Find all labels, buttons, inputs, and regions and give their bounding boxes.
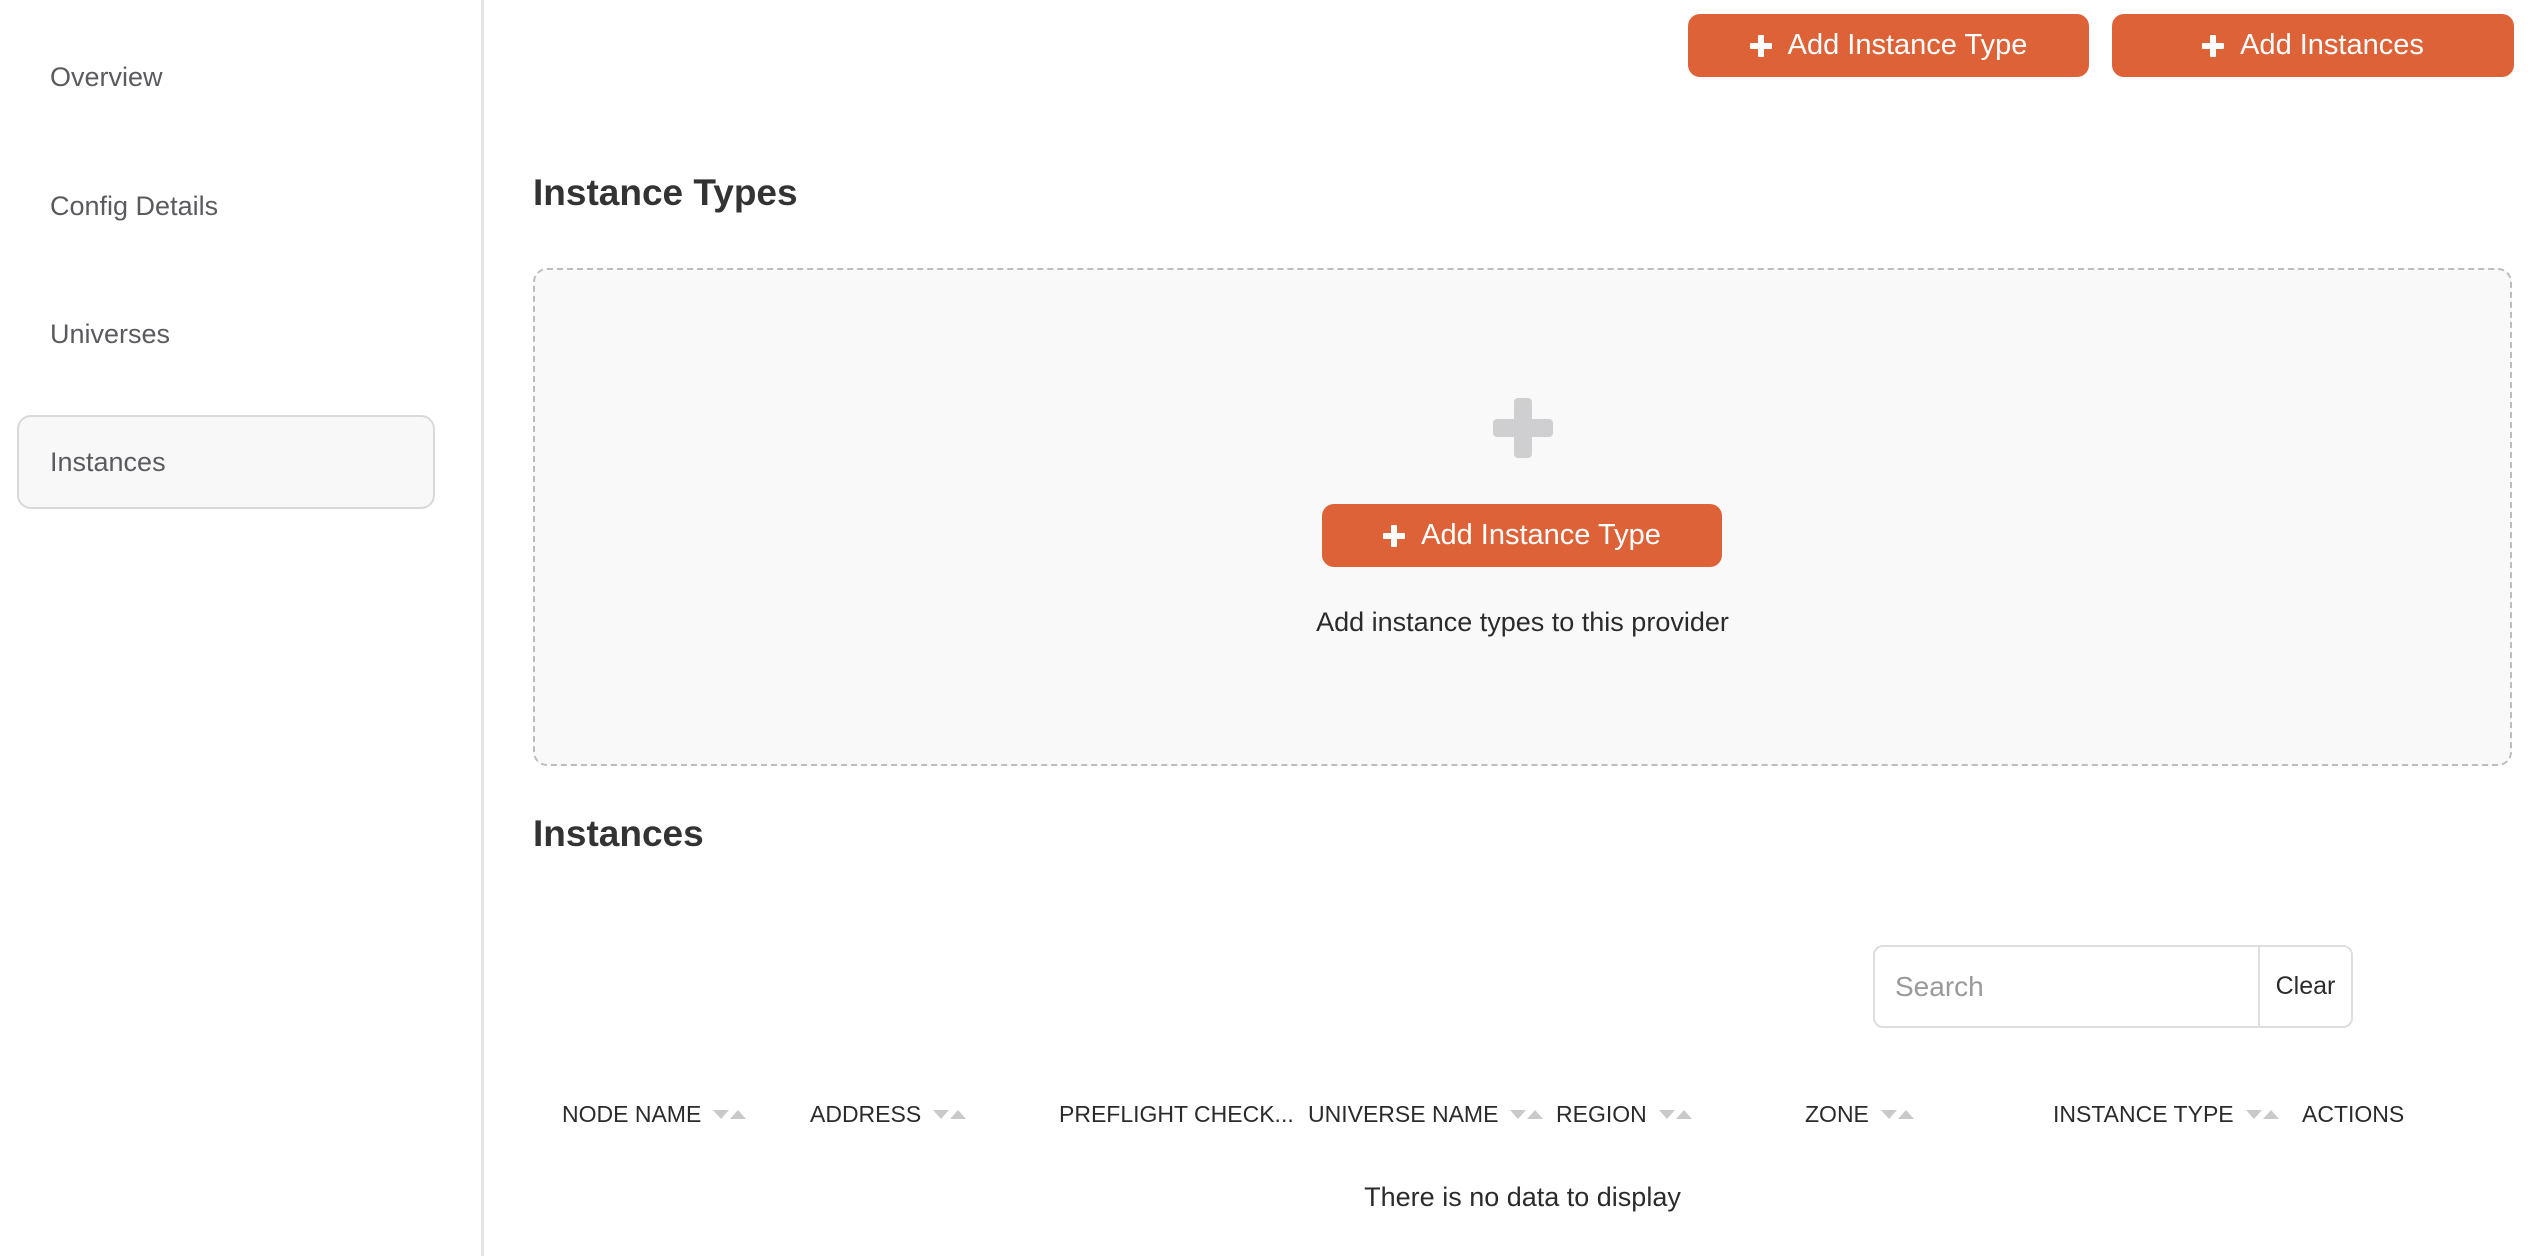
table-empty-message: There is no data to display	[1364, 1182, 1681, 1212]
add-instances-button[interactable]: Add Instances	[2112, 14, 2514, 77]
sort-caret-icon[interactable]	[1658, 1109, 1692, 1119]
column-label: PREFLIGHT CHECK...	[1059, 1100, 1294, 1127]
main-content: Add Instance Type Add Instances Instance…	[484, 0, 2528, 1256]
sidebar-item-label: Overview	[50, 61, 163, 92]
column-header-node-name[interactable]: NODE NAME	[562, 1092, 747, 1136]
sidebar: Overview Config Details Universes Instan…	[0, 0, 484, 1256]
add-instance-type-empty-button[interactable]: Add Instance Type	[1322, 504, 1722, 567]
column-header-universe-name[interactable]: UNIVERSE NAME	[1308, 1092, 1544, 1136]
column-header-region[interactable]: REGION	[1556, 1092, 1692, 1136]
button-label: Add Instance Type	[1421, 519, 1661, 551]
column-header-instance-type[interactable]: INSTANCE TYPE	[2053, 1092, 2279, 1136]
instances-title: Instances	[533, 813, 704, 854]
empty-state-text: Add instance types to this provider	[1316, 607, 1729, 637]
clear-button[interactable]: Clear	[2258, 947, 2351, 1026]
column-label: ACTIONS	[2302, 1100, 2405, 1127]
sort-caret-icon[interactable]	[713, 1109, 747, 1119]
sidebar-item-label: Config Details	[50, 190, 219, 221]
plus-icon	[1749, 34, 1772, 57]
column-header-actions: ACTIONS	[2302, 1092, 2404, 1136]
column-header-address[interactable]: ADDRESS	[810, 1092, 967, 1136]
button-label: Add Instance Type	[1787, 29, 2028, 61]
plus-icon	[2202, 34, 2225, 57]
instance-types-title: Instance Types	[533, 172, 798, 213]
sidebar-item-label: Instances	[50, 446, 166, 477]
sidebar-item-instances[interactable]: Instances	[17, 415, 435, 509]
sort-caret-icon[interactable]	[1510, 1109, 1544, 1119]
sort-caret-icon[interactable]	[2245, 1109, 2279, 1119]
column-label: ZONE	[1805, 1100, 1869, 1127]
column-label: NODE NAME	[562, 1100, 702, 1127]
sidebar-item-label: Universes	[50, 318, 171, 349]
add-instance-type-button[interactable]: Add Instance Type	[1688, 14, 2089, 77]
search-input[interactable]	[1875, 947, 2258, 1026]
sidebar-item-config-details[interactable]: Config Details	[17, 159, 435, 253]
table-header: NODE NAME ADDRESS PREFLIGHT CHECK... UNI…	[533, 1092, 2512, 1136]
plus-icon	[1383, 524, 1406, 547]
column-header-preflight-check: PREFLIGHT CHECK...	[1059, 1092, 1294, 1136]
instance-types-empty-state: Add Instance Type Add instance types to …	[533, 268, 2512, 766]
column-label: REGION	[1556, 1100, 1647, 1127]
sidebar-item-universes[interactable]: Universes	[17, 287, 435, 381]
sort-caret-icon[interactable]	[933, 1109, 967, 1119]
column-label: UNIVERSE NAME	[1308, 1100, 1499, 1127]
search-group: Clear	[1873, 945, 2353, 1028]
column-header-zone[interactable]: ZONE	[1805, 1092, 1914, 1136]
sidebar-item-overview[interactable]: Overview	[17, 30, 435, 124]
sort-caret-icon[interactable]	[1880, 1109, 1914, 1119]
column-label: ADDRESS	[810, 1100, 922, 1127]
plus-icon	[1493, 398, 1553, 458]
column-label: INSTANCE TYPE	[2053, 1100, 2234, 1127]
button-label: Add Instances	[2240, 29, 2424, 61]
